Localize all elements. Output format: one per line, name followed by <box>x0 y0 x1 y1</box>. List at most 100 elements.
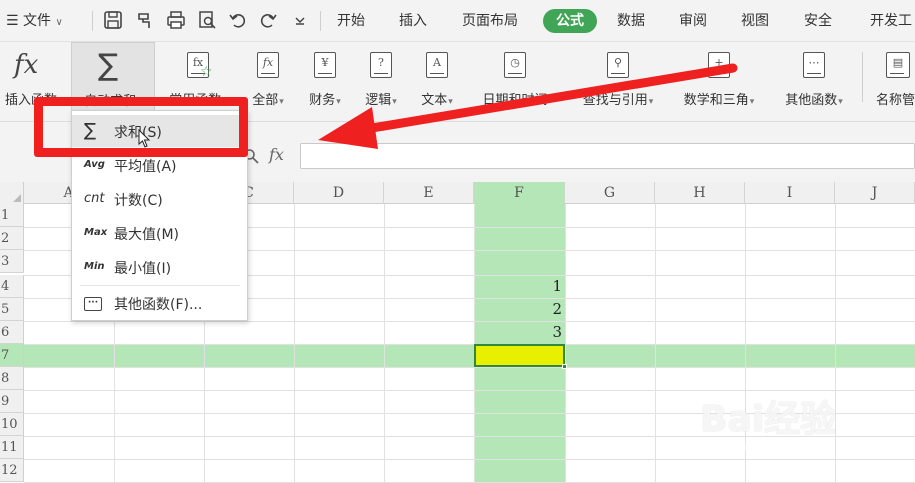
watermark: Bai经验 jingyan.baidu.com <box>700 390 905 470</box>
menu-item-other-functions[interactable]: ··· 其他函数(F)... <box>72 287 247 319</box>
file-menu[interactable]: ☰ 文件 ∨ <box>6 10 63 32</box>
lookup-label: 查找与引用 <box>582 93 648 108</box>
watermark-url: jingyan.baidu.com <box>702 440 831 455</box>
all-functions-label: 全部 <box>252 93 279 108</box>
fill-handle[interactable] <box>562 364 567 369</box>
cell-f6[interactable]: 3 <box>474 323 562 341</box>
text-functions-button[interactable]: A 文本▾ <box>413 42 461 112</box>
row-header-10[interactable]: 10 <box>0 413 24 436</box>
other-functions-label: 其他函数 <box>785 93 838 108</box>
row-header-9[interactable]: 9 <box>0 390 24 413</box>
tab-view[interactable]: 视图 <box>741 10 769 32</box>
watermark-logo: Bai经验 <box>700 399 837 440</box>
undo-icon[interactable] <box>228 10 248 30</box>
column-header-d[interactable]: D <box>294 182 384 204</box>
tab-security[interactable]: 安全 <box>804 10 832 32</box>
dots-book-icon: ⋯ <box>801 50 827 80</box>
tab-formula[interactable]: 公式 <box>543 9 597 33</box>
chevron-down-icon: ▾ <box>279 97 284 107</box>
logic-button[interactable]: ? 逻辑▾ <box>357 42 405 112</box>
clock-book-icon: ◷ <box>502 50 528 80</box>
fx-icon: fx <box>14 50 39 80</box>
row-header-8[interactable]: 8 <box>0 367 24 390</box>
chevron-down-icon: ▾ <box>448 97 453 107</box>
column-header-g[interactable]: G <box>565 182 655 204</box>
name-manager-label: 名称管 <box>876 93 915 108</box>
finance-button[interactable]: ¥ 财务▾ <box>301 42 349 112</box>
row-header-7[interactable]: 7 <box>0 344 24 367</box>
chevron-down-icon: ▾ <box>336 97 341 107</box>
name-manager-icon: ▤ <box>884 50 910 80</box>
row-header-2[interactable]: 2 <box>0 227 24 250</box>
math-trig-button[interactable]: + 数学和三角▾ <box>672 42 766 112</box>
column-header-e[interactable]: E <box>384 182 474 204</box>
column-header-i[interactable]: I <box>745 182 835 204</box>
print-preview-icon[interactable] <box>197 10 217 30</box>
row-header-6[interactable]: 6 <box>0 321 24 344</box>
customize-toolbar-icon[interactable] <box>290 10 310 30</box>
formula-input[interactable] <box>300 143 915 169</box>
yen-book-icon: ¥ <box>312 50 338 80</box>
plus-book-icon: + <box>706 50 732 80</box>
menu-item-min[interactable]: Min 最小值(I) <box>72 251 247 283</box>
chevron-down-icon: ▾ <box>838 97 843 107</box>
other-functions-button[interactable]: ⋯ 其他函数▾ <box>774 42 854 112</box>
name-manager-button[interactable]: ▤ 名称管 <box>870 42 915 112</box>
menu-item-count[interactable]: cnt 计数(C) <box>72 183 247 215</box>
active-cell-f7[interactable] <box>474 344 567 369</box>
all-functions-button[interactable]: fx 全部▾ <box>244 42 292 112</box>
tab-developer[interactable]: 开发工 <box>870 10 912 32</box>
column-header-j[interactable]: J <box>835 182 915 204</box>
column-header-h[interactable]: H <box>655 182 745 204</box>
fx-icon[interactable]: fx <box>269 145 284 164</box>
redo-icon[interactable] <box>258 10 278 30</box>
min-icon: Min <box>84 261 105 272</box>
column-header-f[interactable]: F <box>474 182 565 204</box>
letter-a-book-icon: A <box>424 50 450 80</box>
text-functions-label: 文本 <box>421 93 448 108</box>
logic-label: 逻辑 <box>365 93 392 108</box>
grid-row-line <box>24 321 915 322</box>
chevron-down-icon: ▾ <box>392 97 397 107</box>
menu-bar: ☰ 文件 ∨ 开始 插入 页面布局 公式 数据 审阅 视图 安全 开发工 <box>0 0 915 42</box>
row-header-11[interactable]: 11 <box>0 436 24 459</box>
row-header-1[interactable]: 1 <box>0 204 24 227</box>
datetime-button[interactable]: ◷ 日期和时间 <box>470 42 560 112</box>
finance-label: 财务 <box>309 93 336 108</box>
row-header-3[interactable]: 3 <box>0 250 24 273</box>
tab-review[interactable]: 审阅 <box>679 10 707 32</box>
lookup-button[interactable]: ⚲ 查找与引用▾ <box>570 42 666 112</box>
row-header-4[interactable]: 4 <box>0 275 24 298</box>
other-functions-icon: ··· <box>84 295 106 311</box>
save-icon[interactable] <box>103 10 123 30</box>
tab-insert[interactable]: 插入 <box>399 10 427 32</box>
row-header-5[interactable]: 5 <box>0 298 24 321</box>
hamburger-icon: ☰ <box>6 13 19 29</box>
tab-home[interactable]: 开始 <box>337 10 365 32</box>
menu-item-max[interactable]: Max 最大值(M) <box>72 217 247 249</box>
row-header-12[interactable]: 12 <box>0 459 24 482</box>
annotation-highlight-box <box>34 97 248 157</box>
tab-page-layout[interactable]: 页面布局 <box>462 10 518 32</box>
sigma-icon: ∑ <box>98 48 119 83</box>
magnifier-book-icon: ⚲ <box>605 50 631 80</box>
star-function-icon: fx ☆ <box>185 50 213 80</box>
menu-divider <box>80 285 240 286</box>
corner-triangle-icon <box>13 194 21 202</box>
function-book-icon: fx <box>255 50 281 80</box>
print-icon[interactable] <box>166 10 186 30</box>
avg-icon: Avg <box>84 159 105 170</box>
selected-row-highlight <box>0 344 915 367</box>
question-book-icon: ? <box>368 50 394 80</box>
file-menu-label: 文件 <box>23 13 52 29</box>
grid-row-line <box>24 344 915 345</box>
select-all-corner[interactable] <box>0 182 24 204</box>
format-painter-icon[interactable] <box>135 10 155 30</box>
tab-data[interactable]: 数据 <box>617 10 645 32</box>
datetime-label: 日期和时间 <box>482 93 548 108</box>
cell-f5[interactable]: 2 <box>474 300 562 318</box>
menu-item-average-label: 平均值(A) <box>114 159 177 175</box>
cell-f4[interactable]: 1 <box>474 277 562 295</box>
menu-item-min-label: 最小值(I) <box>114 261 172 277</box>
menu-item-max-label: 最大值(M) <box>114 227 180 243</box>
